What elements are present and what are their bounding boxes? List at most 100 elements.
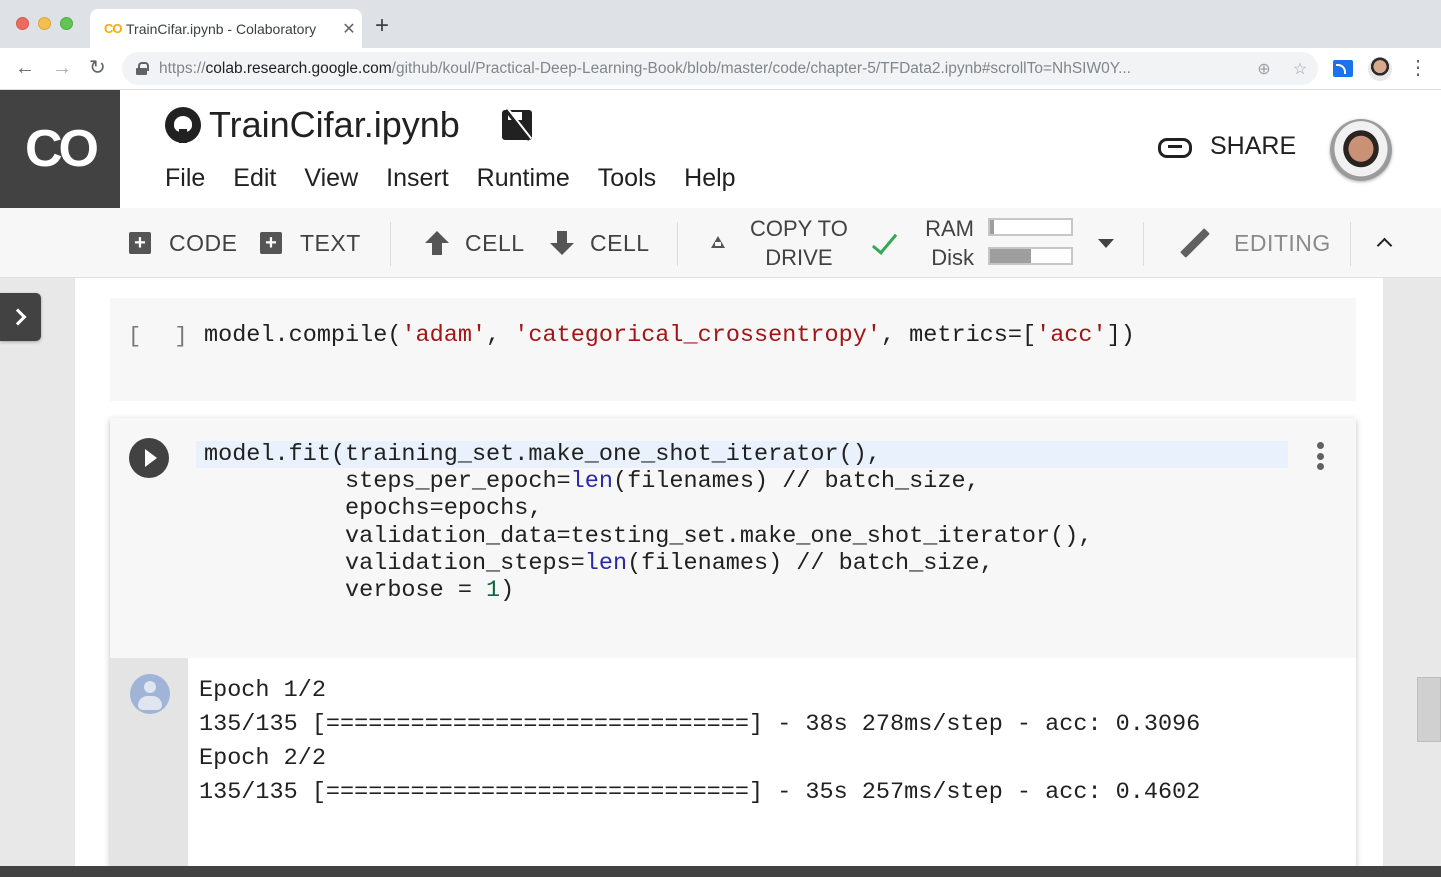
browser-profile-avatar[interactable] [1368,57,1392,81]
code-editor[interactable]: model.fit(training_set.make_one_shot_ite… [204,441,1092,604]
resource-meters[interactable] [988,218,1073,276]
editing-label: EDITING [1234,229,1331,256]
new-tab-button[interactable]: + [375,14,389,38]
code-token: validation_data=testing_set.make_one_sho… [204,522,1093,550]
disk-usage-fill [990,249,1031,263]
url-host: colab.research.google.com [205,59,392,77]
tab-close-icon[interactable]: ✕ [336,19,362,39]
browser-tab[interactable]: CO TrainCifar.ipynb - Colaboratory ✕ [90,9,362,48]
copy-to-drive-label: COPY TO DRIVE [750,214,848,272]
toolbar-divider [1143,222,1144,266]
cell-more-options-icon[interactable] [1314,442,1326,472]
menu-file[interactable]: File [165,164,205,193]
zoom-icon[interactable]: ⊕ [1246,59,1282,79]
reload-icon[interactable]: ↻ [89,56,106,80]
notebook-title-row: TrainCifar.ipynb [165,104,532,146]
forward-arrow-icon[interactable]: → [52,56,72,80]
window-maximize-button[interactable] [60,17,73,30]
address-bar[interactable]: https://colab.research.google.com/github… [122,52,1318,85]
output-line: Epoch 2/2 [199,745,326,772]
output-user-icon [130,674,170,714]
save-disabled-icon[interactable] [501,110,532,140]
collapse-header-chevron-up-icon[interactable] [1377,236,1391,250]
code-line: validation_steps=len(filenames) // batch… [204,550,1092,577]
code-token: (filenames) // batch_size, [627,549,994,577]
code-line: steps_per_epoch=len(filenames) // batch_… [204,468,1092,495]
menu-insert[interactable]: Insert [386,164,449,193]
window-close-button[interactable] [16,17,29,30]
connected-check-icon[interactable] [876,230,904,252]
sidebar-toggle-button[interactable] [0,293,41,341]
code-line: verbose = 1) [204,577,1092,604]
notebook-title[interactable]: TrainCifar.ipynb [209,104,460,146]
bottom-bar [0,866,1441,877]
runtime-dropdown-icon[interactable] [1098,239,1114,248]
output-text: Epoch 1/2 135/135 [======================… [199,674,1200,810]
toolbar-divider [677,222,678,266]
vertical-scrollbar-thumb[interactable] [1417,677,1441,742]
colab-favicon-icon: CO [104,21,123,36]
toolbar-divider [1350,222,1351,266]
execution-count[interactable]: [ ] [128,324,198,349]
run-cell-play-icon[interactable] [129,438,169,478]
menu-tools[interactable]: Tools [598,164,656,193]
copy-to-drive-button[interactable]: COPY TO DRIVE [710,208,848,278]
browser-menu-icon[interactable]: ⋮ [1408,56,1428,80]
github-icon[interactable] [165,107,201,143]
add-text-cell-button[interactable]: + TEXT [260,208,361,278]
share-label: SHARE [1210,132,1297,160]
vertical-scrollbar-track[interactable] [1383,278,1441,866]
link-icon [1158,137,1192,158]
code-token: ) [500,577,515,605]
notebook-toolbar: + CODE + TEXT CELL CELL COPY TO DRIVE RAM… [0,208,1441,278]
add-code-cell-button[interactable]: + CODE [129,208,237,278]
bookmark-star-icon[interactable]: ☆ [1282,59,1318,79]
menu-runtime[interactable]: Runtime [477,164,570,193]
code-token: ]) [1106,322,1135,349]
colab-logo[interactable]: CO [0,90,120,208]
user-avatar[interactable] [1330,119,1392,181]
move-cell-down-button[interactable]: CELL [550,208,650,278]
code-token: len [570,468,613,496]
menu-help[interactable]: Help [684,164,735,193]
move-cell-up-button[interactable]: CELL [425,208,525,278]
code-cell[interactable]: [ ] model.compile('adam', 'categorical_c… [110,298,1356,401]
cast-icon[interactable] [1333,60,1353,77]
code-editor[interactable]: model.compile('adam', 'categorical_cross… [204,322,1135,349]
code-cell-active[interactable]: model.fit(training_set.make_one_shot_ite… [110,418,1356,866]
url-text[interactable]: https://colab.research.google.com/github… [159,60,1246,78]
colab-logo-text: CO [25,120,99,178]
ram-label: RAM [925,216,974,241]
ram-usage-fill [990,220,995,234]
output-line: 135/135 [==============================]… [199,711,1201,738]
code-token: len [584,549,628,577]
code-token: , metrics=[ [880,322,1037,349]
code-token: verbose = [204,577,487,605]
code-token: , [486,322,515,349]
browser-toolbar: ← → ↻ https://colab.research.google.com/… [0,48,1441,90]
code-line: model.fit(training_set.make_one_shot_ite… [204,441,1092,468]
add-code-label: CODE [169,229,238,256]
code-line: validation_data=testing_set.make_one_sho… [204,523,1092,550]
lock-icon [136,62,149,75]
output-line: 135/135 [==============================]… [199,779,1201,806]
pencil-icon [1180,228,1210,258]
add-text-label: TEXT [300,229,361,256]
plus-icon: + [129,232,151,254]
menu-bar: File Edit View Insert Runtime Tools Help [165,164,764,193]
url-scheme: https:// [159,59,206,77]
browser-tab-strip: CO TrainCifar.ipynb - Colaboratory ✕ + [0,0,1441,48]
code-token: epochs=epochs, [204,495,543,523]
tab-title: TrainCifar.ipynb - Colaboratory [126,20,317,37]
share-button[interactable]: SHARE [1158,132,1296,161]
window-minimize-button[interactable] [38,17,51,30]
copy-to-drive-line2: DRIVE [765,245,833,270]
chevron-right-icon [9,308,26,326]
menu-view[interactable]: View [304,164,358,193]
code-token: model.compile( [204,322,402,349]
code-token: 'categorical_crossentropy' [514,322,881,349]
editing-mode-button[interactable]: EDITING [1180,208,1331,278]
output-line: Epoch 1/2 [199,677,326,704]
menu-edit[interactable]: Edit [233,164,276,193]
back-arrow-icon[interactable]: ← [15,56,35,80]
